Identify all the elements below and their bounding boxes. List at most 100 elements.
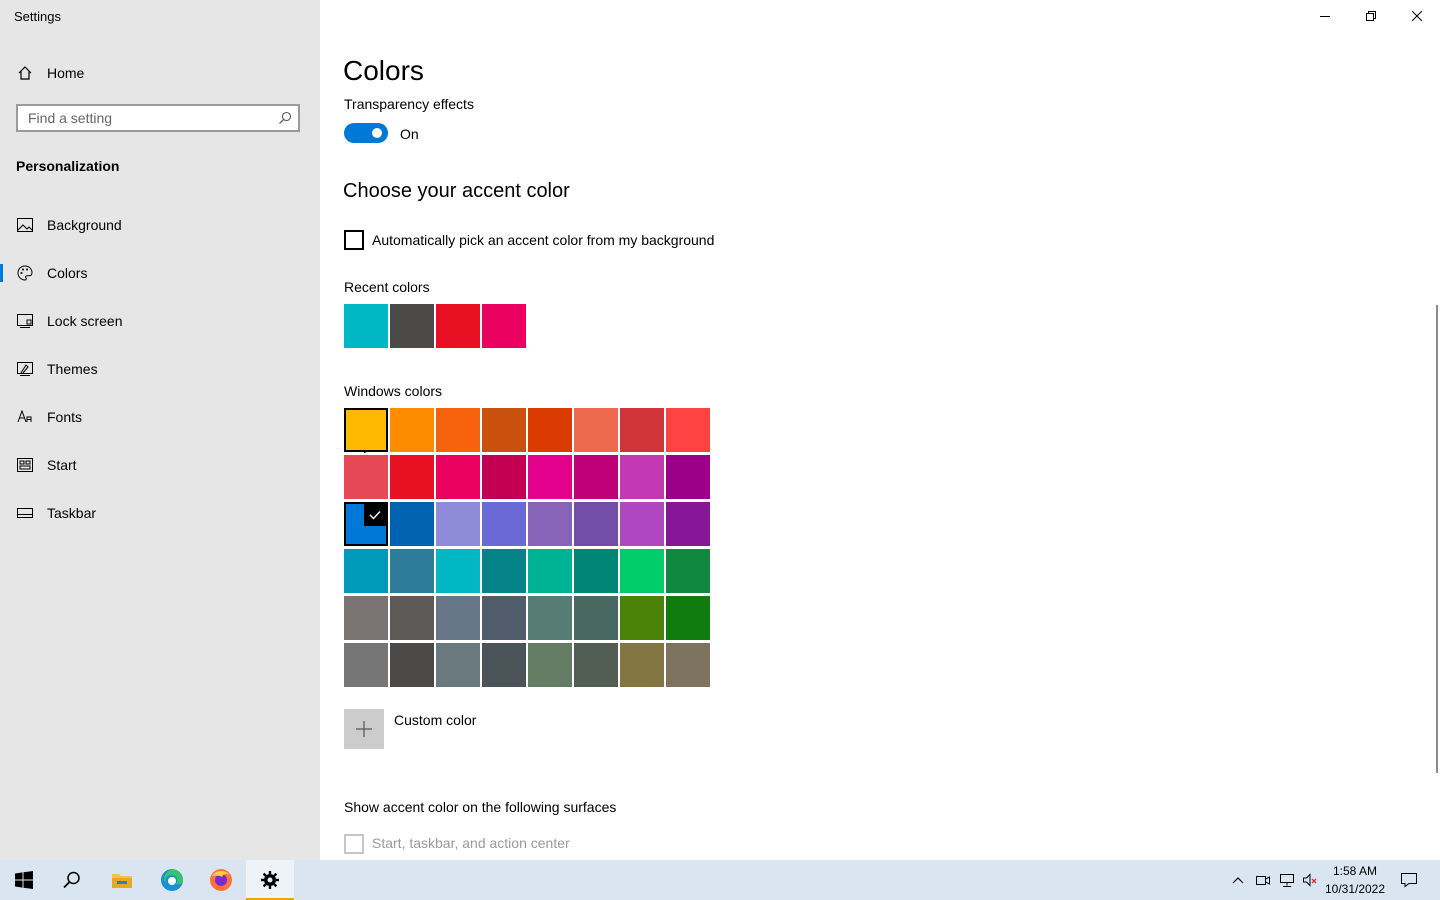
windows-color-swatch[interactable] (390, 502, 434, 546)
start-button[interactable] (0, 860, 48, 900)
sidebar-item-colors[interactable]: Colors (0, 255, 320, 291)
toggle-knob (372, 128, 382, 138)
windows-color-swatch[interactable] (528, 502, 572, 546)
windows-color-swatch[interactable] (344, 408, 388, 452)
search-icon (63, 871, 80, 889)
close-icon (1412, 11, 1422, 21)
sidebar-item-fonts[interactable]: Fonts (0, 399, 320, 435)
edge-button[interactable] (148, 860, 196, 900)
sidebar-item-label: Fonts (47, 409, 83, 425)
windows-color-swatch[interactable] (482, 455, 526, 499)
windows-color-swatch[interactable] (390, 549, 434, 593)
windows-color-swatch[interactable] (436, 455, 480, 499)
windows-color-swatch[interactable] (666, 549, 710, 593)
windows-color-swatch[interactable] (436, 596, 480, 640)
checkmark-icon (364, 504, 386, 526)
scrollbar[interactable] (1436, 305, 1438, 773)
windows-color-swatch[interactable] (620, 596, 664, 640)
search-input[interactable] (18, 106, 278, 130)
windows-color-swatch[interactable] (528, 643, 572, 687)
windows-color-swatch[interactable] (620, 549, 664, 593)
taskbar-search-button[interactable] (48, 860, 96, 900)
close-button[interactable] (1394, 0, 1440, 32)
windows-color-swatch[interactable] (436, 408, 480, 452)
volume-button[interactable] (1302, 872, 1318, 888)
clock-time: 1:58 AM (1332, 864, 1378, 878)
windows-color-swatch[interactable] (666, 502, 710, 546)
windows-color-swatch[interactable] (344, 596, 388, 640)
custom-color-label[interactable]: Custom color (394, 712, 476, 728)
windows-color-swatch[interactable] (390, 408, 434, 452)
picture-icon (16, 216, 34, 234)
meet-now-button[interactable] (1255, 872, 1271, 888)
windows-color-swatch[interactable] (620, 502, 664, 546)
windows-color-swatch[interactable] (528, 596, 572, 640)
sidebar-item-background[interactable]: Background (0, 207, 320, 243)
windows-color-swatch[interactable] (436, 502, 480, 546)
windows-color-swatch[interactable] (344, 455, 388, 499)
windows-color-swatch[interactable] (620, 408, 664, 452)
windows-color-swatch[interactable] (436, 549, 480, 593)
windows-color-swatch[interactable] (574, 502, 618, 546)
active-indicator (0, 264, 3, 282)
search-icon[interactable] (278, 111, 292, 130)
sidebar-item-themes[interactable]: Themes (0, 351, 320, 387)
recent-colors-label: Recent colors (344, 279, 430, 295)
windows-color-swatch[interactable] (390, 455, 434, 499)
windows-color-swatch[interactable] (482, 549, 526, 593)
custom-color-button[interactable] (344, 709, 384, 749)
auto-accent-checkbox[interactable] (344, 230, 364, 250)
font-icon (16, 408, 34, 426)
windows-color-swatch[interactable] (344, 643, 388, 687)
windows-color-swatch[interactable] (482, 596, 526, 640)
taskbar: 1:58 AM 10/31/2022 (0, 860, 1440, 900)
settings-taskbar-button[interactable] (246, 860, 294, 900)
recent-color-swatch[interactable] (390, 304, 434, 348)
recent-color-swatch[interactable] (482, 304, 526, 348)
sidebar-item-taskbar[interactable]: Taskbar (0, 495, 320, 531)
windows-color-swatch[interactable] (436, 643, 480, 687)
windows-color-swatch[interactable] (666, 643, 710, 687)
windows-color-swatch[interactable] (666, 455, 710, 499)
windows-color-swatch[interactable] (574, 596, 618, 640)
file-explorer-button[interactable] (98, 860, 146, 900)
windows-color-swatch[interactable] (620, 643, 664, 687)
windows-color-swatch[interactable] (666, 408, 710, 452)
recent-color-swatch[interactable] (436, 304, 480, 348)
windows-color-swatch[interactable] (390, 643, 434, 687)
windows-color-swatch[interactable] (574, 408, 618, 452)
sidebar-item-label: Background (47, 217, 122, 233)
firefox-button[interactable] (197, 860, 245, 900)
network-button[interactable] (1279, 872, 1295, 888)
clock[interactable]: 1:58 AM 10/31/2022 (1318, 862, 1392, 898)
windows-color-swatch[interactable] (620, 455, 664, 499)
windows-color-swatch[interactable] (528, 549, 572, 593)
windows-color-swatch[interactable] (390, 596, 434, 640)
surface-start-checkbox[interactable] (344, 834, 364, 854)
search-box[interactable] (16, 104, 300, 132)
transparency-toggle[interactable] (344, 123, 388, 143)
recent-color-swatch[interactable] (344, 304, 388, 348)
windows-color-swatch[interactable] (528, 455, 572, 499)
windows-color-swatch[interactable] (344, 502, 388, 546)
windows-color-swatch[interactable] (574, 549, 618, 593)
minimize-button[interactable] (1302, 0, 1348, 32)
minimize-icon (1320, 16, 1330, 17)
windows-color-swatch[interactable] (574, 455, 618, 499)
windows-color-swatch[interactable] (344, 549, 388, 593)
restore-button[interactable] (1348, 0, 1394, 32)
windows-color-swatch[interactable] (666, 596, 710, 640)
windows-color-swatch[interactable] (482, 643, 526, 687)
windows-color-swatch[interactable] (482, 408, 526, 452)
plus-icon (356, 721, 372, 737)
windows-color-swatch[interactable] (482, 502, 526, 546)
sidebar-item-lock-screen[interactable]: Lock screen (0, 303, 320, 339)
sidebar: Settings Home Personalization Background… (0, 0, 320, 860)
sidebar-item-label: Home (47, 65, 85, 81)
sidebar-item-home[interactable]: Home (0, 55, 320, 91)
windows-color-swatch[interactable] (528, 408, 572, 452)
windows-color-swatch[interactable] (574, 643, 618, 687)
show-hidden-icons-button[interactable] (1230, 872, 1246, 888)
action-center-button[interactable] (1400, 872, 1418, 888)
sidebar-item-start[interactable]: Start (0, 447, 320, 483)
